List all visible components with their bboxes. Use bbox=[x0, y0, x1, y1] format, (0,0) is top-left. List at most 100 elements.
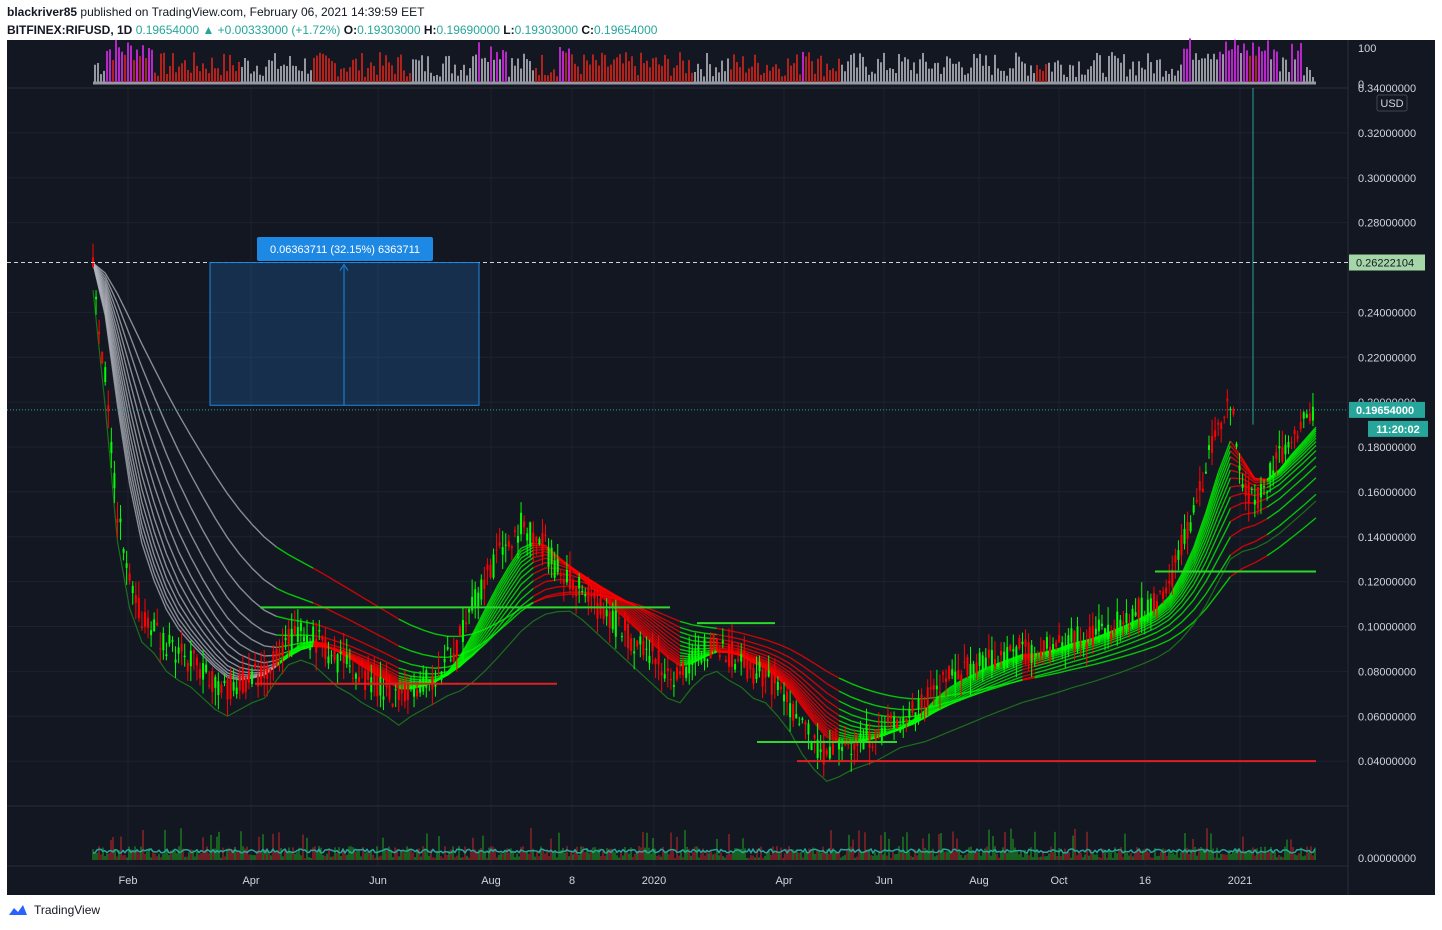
candle-body bbox=[886, 714, 889, 722]
ribbon-segment bbox=[410, 678, 424, 681]
price-tick-label: 0.32000000 bbox=[1358, 128, 1416, 140]
candle-body bbox=[941, 672, 944, 675]
price-tick-label: 0.18000000 bbox=[1358, 442, 1416, 454]
time-tick-label: Aug bbox=[969, 875, 989, 887]
candle-body bbox=[250, 671, 253, 685]
candle-body bbox=[1110, 633, 1113, 639]
candle-body bbox=[330, 655, 333, 657]
candle-body bbox=[302, 636, 305, 642]
candle-body bbox=[908, 709, 911, 719]
candle-body bbox=[660, 672, 663, 676]
candle-body bbox=[786, 691, 789, 702]
candle-body bbox=[516, 535, 519, 543]
candle-body bbox=[192, 650, 195, 654]
candle-body bbox=[1042, 640, 1045, 653]
candle-body bbox=[293, 625, 296, 635]
ribbon-segment bbox=[900, 715, 913, 718]
candle-body bbox=[238, 673, 241, 691]
candle-body bbox=[761, 669, 764, 687]
candle-body bbox=[501, 547, 504, 555]
candle-body bbox=[807, 723, 810, 735]
price-tick-label: 0.16000000 bbox=[1358, 487, 1416, 499]
candle-body bbox=[214, 676, 217, 688]
candle-body bbox=[700, 659, 703, 663]
candle-body bbox=[1211, 436, 1214, 453]
candle-body bbox=[902, 717, 905, 724]
candle-body bbox=[675, 667, 678, 680]
candle-body bbox=[1018, 638, 1021, 649]
price-marker-label: 0.19654000 bbox=[1356, 405, 1414, 417]
candle-body bbox=[893, 716, 896, 729]
candle-body bbox=[1189, 522, 1192, 532]
candle-body bbox=[263, 665, 266, 679]
ribbon-segment bbox=[533, 548, 546, 551]
candle-body bbox=[520, 512, 523, 535]
candle-body bbox=[1006, 647, 1009, 668]
currency-badge-label: USD bbox=[1380, 98, 1403, 110]
candle-body bbox=[275, 648, 278, 667]
measure-tool[interactable]: 0.06363711 (32.15%) 6363711 bbox=[209, 237, 480, 406]
candle-body bbox=[978, 652, 981, 666]
candle-body bbox=[217, 681, 220, 695]
candle-body bbox=[535, 537, 538, 542]
candle-body bbox=[409, 686, 412, 689]
price-tick-label: 0.12000000 bbox=[1358, 577, 1416, 589]
candle-body bbox=[388, 682, 391, 700]
candle-body bbox=[1100, 623, 1103, 626]
candle-body bbox=[620, 636, 623, 638]
candle-body bbox=[241, 668, 244, 693]
candle-body bbox=[1278, 446, 1281, 449]
candle-body bbox=[627, 623, 630, 649]
candle-body bbox=[957, 670, 960, 680]
candle-body bbox=[1269, 463, 1272, 477]
candle-body bbox=[1256, 487, 1259, 509]
candle-body bbox=[731, 642, 734, 667]
ribbon-segment bbox=[264, 654, 277, 657]
candle-body bbox=[211, 670, 214, 693]
candle-body bbox=[147, 617, 150, 628]
candle-body bbox=[599, 598, 602, 615]
candle-body bbox=[480, 579, 483, 600]
candle-body bbox=[1287, 442, 1290, 448]
candle-body bbox=[801, 718, 804, 721]
candle-body bbox=[116, 518, 119, 523]
candle-body bbox=[874, 729, 877, 743]
candle-body bbox=[1070, 628, 1073, 642]
candle-body bbox=[1226, 398, 1229, 401]
price-chart[interactable]: 0.06363711 (32.15%) 6363711 0.34000000 0.… bbox=[0, 0, 1442, 930]
candle-body bbox=[614, 610, 617, 637]
candle-body bbox=[156, 622, 159, 626]
candle-body bbox=[767, 670, 770, 677]
candle-body bbox=[951, 669, 954, 676]
candle-body bbox=[945, 678, 948, 683]
candle-body bbox=[792, 704, 795, 721]
candle-body bbox=[510, 546, 513, 549]
candle-body bbox=[195, 657, 198, 666]
candle-body bbox=[287, 628, 290, 645]
candle-body bbox=[984, 657, 987, 668]
candle-body bbox=[324, 639, 327, 660]
candle-body bbox=[669, 678, 672, 681]
candle-body bbox=[95, 296, 98, 300]
candle-body bbox=[764, 668, 767, 678]
candle-body bbox=[452, 653, 455, 662]
candle-body bbox=[1122, 622, 1125, 625]
candle-body bbox=[691, 650, 694, 665]
tradingview-cloud-icon bbox=[9, 905, 27, 915]
candle-body bbox=[1064, 647, 1067, 651]
candle-body bbox=[449, 659, 452, 661]
tradingview-logo[interactable]: TradingView bbox=[7, 903, 100, 917]
candle-body bbox=[1039, 651, 1042, 657]
candle-body bbox=[119, 518, 122, 523]
candle-body bbox=[559, 574, 562, 576]
candle-body bbox=[489, 564, 492, 578]
candle-body bbox=[339, 652, 342, 654]
candle-body bbox=[425, 670, 428, 688]
oscillator-tick-label: 100 bbox=[1358, 43, 1376, 55]
candle-body bbox=[1149, 598, 1152, 616]
candle-body bbox=[1305, 414, 1308, 418]
candle-body bbox=[587, 587, 590, 602]
candle-body bbox=[406, 683, 409, 701]
price-tick-label: 0.34000000 bbox=[1358, 83, 1416, 95]
candle-body bbox=[1198, 481, 1201, 491]
